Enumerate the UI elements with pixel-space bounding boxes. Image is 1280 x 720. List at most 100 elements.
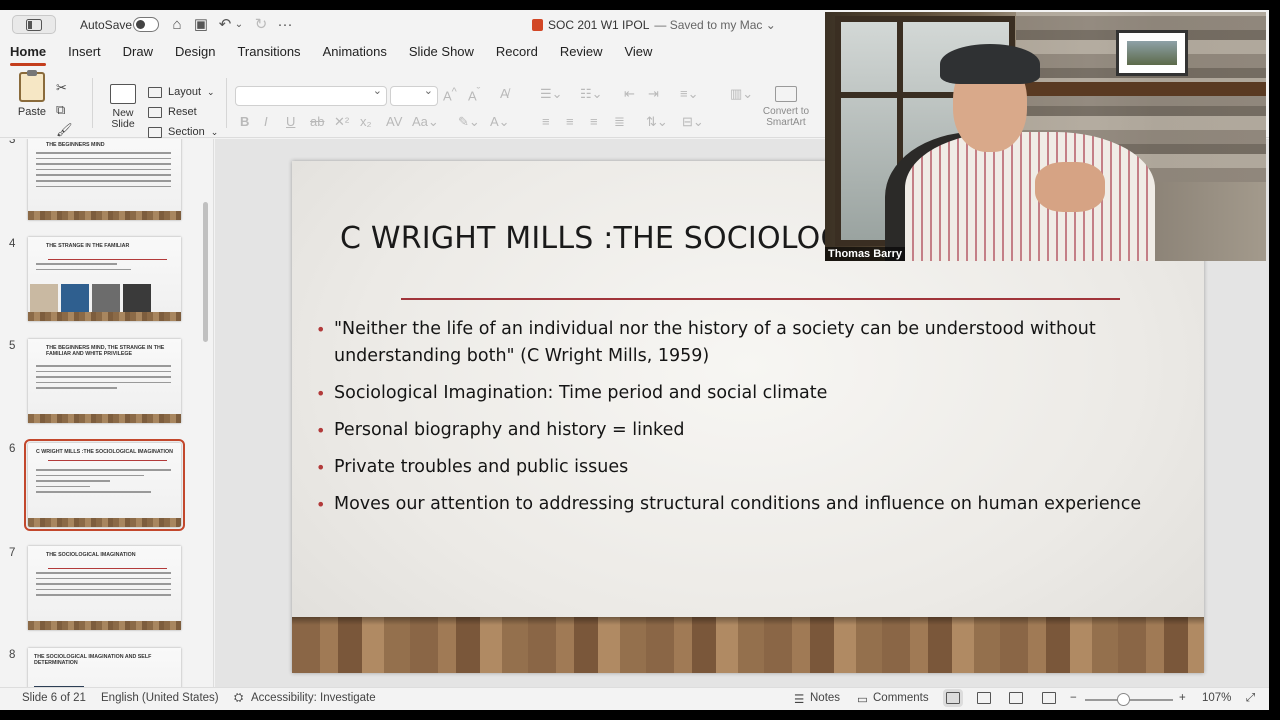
character-spacing-icon[interactable]: AV <box>386 114 402 129</box>
decrease-font-size-icon[interactable]: Aˇ <box>468 86 480 103</box>
tab-design[interactable]: Design <box>175 40 215 64</box>
thumbnail-floor <box>28 211 181 220</box>
sidebar-toggle-button[interactable] <box>12 15 56 34</box>
tab-review[interactable]: Review <box>560 40 603 64</box>
paste-label: Paste <box>17 106 47 118</box>
ribbon-separator <box>226 78 227 128</box>
comments-button[interactable]: Comments <box>873 692 929 704</box>
clear-formatting-icon[interactable]: A̸ <box>500 86 509 101</box>
line-spacing-icon[interactable]: ≡⌄ <box>680 86 698 102</box>
thumbnail-title: THE SOCIOLOGICAL IMAGINATION AND SELF DE… <box>34 654 152 666</box>
normal-view-button[interactable] <box>943 689 963 707</box>
align-center-icon[interactable]: ≡ <box>566 114 574 129</box>
slide-thumbnail-6[interactable]: C WRIGHT MILLS :THE SOCIOLOGICAL IMAGINA… <box>24 439 185 531</box>
italic-icon[interactable]: I <box>264 114 268 129</box>
increase-font-size-icon[interactable]: A^ <box>443 86 457 103</box>
slide-title-rule <box>401 298 1120 300</box>
bullet-item: Sociological Imagination: Time period an… <box>314 380 1154 407</box>
thumbnail-number: 7 <box>9 547 16 559</box>
bullets-icon[interactable]: ☰⌄ <box>540 86 563 102</box>
tab-animations[interactable]: Animations <box>323 40 387 64</box>
new-slide-label: New Slide <box>111 107 135 130</box>
tab-insert[interactable]: Insert <box>68 40 101 64</box>
tab-transitions[interactable]: Transitions <box>237 40 300 64</box>
tab-view[interactable]: View <box>624 40 652 64</box>
thumbnail-title: THE BEGINNERS MIND <box>46 142 105 148</box>
zoom-in-button[interactable]: + <box>1179 692 1186 704</box>
thumbnail-floor <box>28 518 181 527</box>
highlight-icon[interactable]: ✎⌄ <box>458 114 480 130</box>
align-text-icon[interactable]: ⊟⌄ <box>682 114 704 130</box>
thumbnail-number: 3 <box>9 139 16 146</box>
underline-icon[interactable]: U <box>286 114 295 129</box>
autosave-toggle[interactable] <box>133 17 159 32</box>
strikethrough-icon[interactable]: ab <box>310 114 324 129</box>
paste-button[interactable]: Paste <box>12 70 52 118</box>
slide-thumbnail-3[interactable]: THE BEGINNERS MIND <box>28 139 181 220</box>
columns-icon[interactable]: ▥⌄ <box>730 86 753 102</box>
language-indicator[interactable]: English (United States) <box>101 692 219 704</box>
redo-icon[interactable]: ↻ <box>252 16 270 34</box>
document-title[interactable]: SOC 201 W1 IPOL — Saved to my Mac ⌄ <box>532 18 776 32</box>
bullet-item: Personal biography and history = linked <box>314 417 1154 444</box>
text-direction-icon[interactable]: ⇅⌄ <box>646 114 668 130</box>
convert-to-smartart-button[interactable]: Convert to SmartArt <box>758 86 814 128</box>
align-right-icon[interactable]: ≡ <box>590 114 598 129</box>
font-color-icon[interactable]: A⌄ <box>490 114 510 130</box>
convert-smartart-label: Convert to SmartArt <box>762 106 810 128</box>
tab-record[interactable]: Record <box>496 40 538 64</box>
slide-thumbnail-5[interactable]: THE BEGINNERS MIND, THE STRANGE IN THE F… <box>28 339 181 423</box>
home-icon[interactable]: ⌂ <box>168 16 186 34</box>
new-slide-button[interactable]: New Slide <box>104 84 142 130</box>
reading-view-button[interactable] <box>1009 692 1023 704</box>
format-painter-icon[interactable]: 🖌 <box>56 122 73 138</box>
font-family-dropdown[interactable] <box>235 84 387 106</box>
fit-to-window-icon[interactable]: ⤢ <box>1246 692 1255 705</box>
thumbnail-text-lines <box>36 572 171 600</box>
new-slide-icon <box>110 84 136 104</box>
presenter-hand <box>1035 162 1105 212</box>
slide-thumbnail-7[interactable]: THE SOCIOLOGICAL IMAGINATION <box>28 546 181 630</box>
bullet-item: Private troubles and public issues <box>314 454 1154 481</box>
change-case-icon[interactable]: Aa⌄ <box>412 114 439 130</box>
slide-bullet-list[interactable]: "Neither the life of an individual nor t… <box>314 316 1154 528</box>
cut-icon[interactable]: ✂ <box>56 80 67 96</box>
increase-indent-icon[interactable]: ⇥ <box>648 86 659 102</box>
copy-icon[interactable]: ⧉ <box>56 102 65 118</box>
slide-thumbnails-pane: 3 THE BEGINNERS MIND 4 THE STRANGE IN TH… <box>0 139 214 693</box>
notes-button[interactable]: Notes <box>810 692 840 704</box>
accessibility-status[interactable]: Accessibility: Investigate <box>251 692 376 704</box>
slide-thumbnail-4[interactable]: THE STRANGE IN THE FAMILIAR <box>28 237 181 321</box>
layout-button[interactable]: Layout ⌄ <box>148 82 218 102</box>
justify-icon[interactable]: ≣ <box>614 114 625 130</box>
bold-icon[interactable]: B <box>240 114 249 129</box>
slide-title[interactable]: C WRIGHT MILLS :THE SOCIOLOGIC <box>340 221 874 256</box>
thumbnail-rule <box>48 259 167 260</box>
zoom-out-button[interactable]: − <box>1070 692 1077 704</box>
reset-button[interactable]: Reset <box>148 102 218 122</box>
tab-home[interactable]: Home <box>10 40 47 66</box>
tab-draw[interactable]: Draw <box>123 40 153 64</box>
decrease-indent-icon[interactable]: ⇤ <box>624 86 635 102</box>
slide-sorter-view-button[interactable] <box>977 692 991 704</box>
font-size-dropdown[interactable] <box>390 84 438 106</box>
zoom-slider-thumb[interactable] <box>1116 693 1130 706</box>
slide-show-view-button[interactable] <box>1042 692 1056 704</box>
zoom-level[interactable]: 107% <box>1202 692 1231 704</box>
save-status: — Saved to my Mac ⌄ <box>654 18 776 32</box>
more-icon[interactable]: ··· <box>276 16 294 34</box>
undo-dropdown-icon[interactable]: ⌄ <box>230 16 248 34</box>
thumbnail-number: 6 <box>9 443 16 455</box>
sidebar-icon <box>26 18 42 31</box>
notes-icon: ☰ <box>794 694 805 706</box>
save-icon[interactable]: ▣ <box>192 16 210 34</box>
thumbnail-floor <box>28 621 181 630</box>
layout-icon <box>148 86 162 98</box>
subscript-icon[interactable]: x₂ <box>360 114 372 129</box>
tab-slide-show[interactable]: Slide Show <box>409 40 474 64</box>
align-left-icon[interactable]: ≡ <box>542 114 550 129</box>
thumbnail-title: THE BEGINNERS MIND, THE STRANGE IN THE F… <box>46 345 165 357</box>
numbering-icon[interactable]: ☷⌄ <box>580 86 603 102</box>
text-effects-icon[interactable]: ✕² <box>334 114 349 130</box>
thumbnails-scrollbar[interactable] <box>203 202 208 342</box>
